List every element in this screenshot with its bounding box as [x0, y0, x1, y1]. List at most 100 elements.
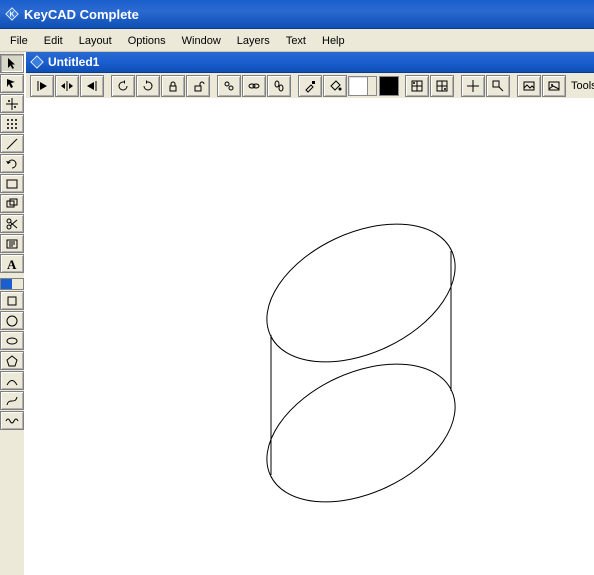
grid-b-icon [435, 79, 449, 93]
spline-shape-tool[interactable] [0, 391, 24, 410]
arrow-cursor-icon [5, 57, 19, 71]
crosshair-button[interactable] [461, 75, 485, 97]
corner-icon [491, 79, 505, 93]
rect-shape-tool[interactable] [0, 291, 24, 310]
picture2-icon [547, 79, 561, 93]
rotate-cw-button[interactable] [136, 75, 160, 97]
polygon-shape-tool[interactable] [0, 351, 24, 370]
menu-layout[interactable]: Layout [71, 34, 120, 48]
lock-open-icon [191, 79, 205, 93]
left-tool-strip: A [0, 52, 26, 575]
ellipse-icon [5, 334, 19, 348]
nav-next-button[interactable] [80, 75, 104, 97]
polygon-icon [5, 354, 19, 368]
redo-tool[interactable] [0, 154, 24, 173]
keycad-icon: K [4, 6, 20, 22]
nav-prev-button[interactable] [30, 75, 54, 97]
document-title: Untitled1 [48, 55, 99, 69]
chain2-icon [272, 79, 286, 93]
rectangle-icon [5, 177, 19, 191]
broken-chain-icon [222, 79, 236, 93]
ungroup-button[interactable] [217, 75, 241, 97]
picture-b-button[interactable] [542, 75, 566, 97]
menu-window[interactable]: Window [174, 34, 229, 48]
text-box-tool[interactable] [0, 234, 24, 253]
select-arrow-tool[interactable] [0, 54, 24, 73]
lock-b-button[interactable] [186, 75, 210, 97]
move-arrow-icon [5, 77, 19, 91]
tools-label: Tools: [571, 80, 594, 92]
arrow-left-bar-icon [35, 79, 49, 93]
chain-a-button[interactable] [242, 75, 266, 97]
spline-icon [5, 394, 19, 408]
menu-text[interactable]: Text [278, 34, 314, 48]
lock-a-button[interactable] [161, 75, 185, 97]
menu-file[interactable]: File [2, 34, 36, 48]
document-titlebar: Untitled1 [26, 52, 594, 73]
text-box-icon [5, 237, 19, 251]
workspace: A [0, 52, 594, 575]
shape-panel-indicator[interactable] [0, 278, 24, 290]
wave-icon [5, 414, 19, 428]
document-area: Untitled1 [26, 52, 594, 575]
line-icon [5, 137, 19, 151]
app-title: KeyCAD Complete [24, 7, 139, 22]
redo-arrow-icon [5, 157, 19, 171]
chain-icon [247, 79, 261, 93]
text-A-tool[interactable]: A [0, 254, 24, 273]
double-rect-icon [5, 197, 19, 211]
circle-icon [5, 314, 19, 328]
lock-icon [166, 79, 180, 93]
crosshair-dots-icon [5, 97, 19, 111]
arrows-inout-icon [60, 79, 74, 93]
snap-point-tool[interactable] [0, 114, 24, 133]
rotate-ccw-button[interactable] [111, 75, 135, 97]
grid-a-icon [410, 79, 424, 93]
picture-icon [522, 79, 536, 93]
paint-bucket-button[interactable] [323, 75, 347, 97]
cylinder-drawing [26, 98, 586, 575]
square-icon [5, 294, 19, 308]
plus-crosshair-icon [466, 79, 480, 93]
pointer-move-tool[interactable] [0, 74, 24, 93]
keycad-doc-icon [30, 55, 44, 69]
menu-options[interactable]: Options [120, 34, 174, 48]
svg-text:A: A [7, 257, 17, 271]
rotate-ccw-icon [116, 79, 130, 93]
snap-grid-tool[interactable] [0, 94, 24, 113]
picture-a-button[interactable] [517, 75, 541, 97]
arrow-right-bar-icon [85, 79, 99, 93]
chain-b-button[interactable] [267, 75, 291, 97]
ellipse-shape-tool[interactable] [0, 331, 24, 350]
drawing-canvas[interactable] [26, 98, 594, 575]
scissors-tool[interactable] [0, 214, 24, 233]
copy-rect-tool[interactable] [0, 194, 24, 213]
foreground-swatch-white[interactable] [348, 76, 368, 96]
app-titlebar: K KeyCAD Complete [0, 0, 594, 29]
arc-icon [5, 374, 19, 388]
svg-text:K: K [9, 12, 14, 19]
menu-edit[interactable]: Edit [36, 34, 71, 48]
eyedrop-button[interactable] [298, 75, 322, 97]
nav-resize-button[interactable] [55, 75, 79, 97]
wave-shape-tool[interactable] [0, 411, 24, 430]
line-weight-swatch[interactable] [368, 76, 377, 96]
align-grid-b-button[interactable] [430, 75, 454, 97]
paint-bucket-icon [328, 79, 342, 93]
arc-shape-tool[interactable] [0, 371, 24, 390]
scissors-icon [5, 217, 19, 231]
document-toolbar: Tools: [26, 73, 594, 101]
menubar: File Edit Layout Options Window Layers T… [0, 29, 594, 52]
rotate-cw-icon [141, 79, 155, 93]
letter-A-icon: A [5, 257, 19, 271]
eyedropper-icon [303, 79, 317, 93]
dot-grid-icon [5, 117, 19, 131]
corner-button[interactable] [486, 75, 510, 97]
line-tool[interactable] [0, 134, 24, 153]
menu-help[interactable]: Help [314, 34, 353, 48]
align-grid-a-button[interactable] [405, 75, 429, 97]
background-swatch-black[interactable] [379, 76, 399, 96]
rectangle-tool[interactable] [0, 174, 24, 193]
menu-layers[interactable]: Layers [229, 34, 278, 48]
circle-shape-tool[interactable] [0, 311, 24, 330]
